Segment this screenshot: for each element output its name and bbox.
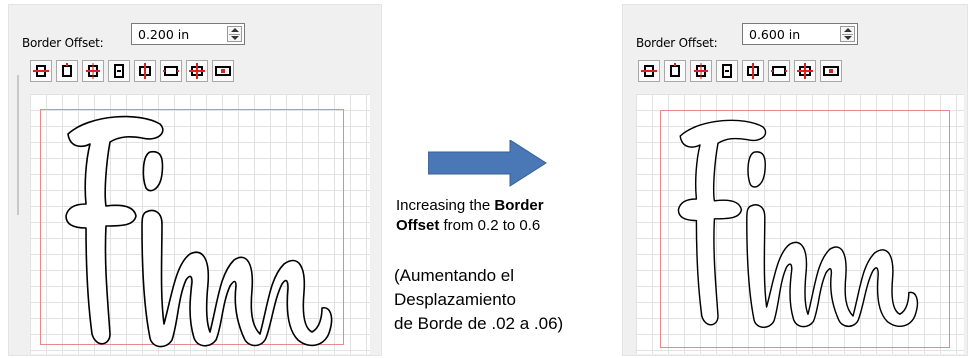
align-bottom-icon (771, 66, 787, 76)
align-left-button[interactable] (30, 60, 52, 82)
align-left-icon (33, 65, 49, 77)
spin-up-icon[interactable] (844, 28, 852, 32)
align-left-button[interactable] (638, 60, 660, 82)
border-offset-value: 0.600 in (749, 27, 801, 42)
align-center-horizontal-icon (670, 63, 680, 77)
border-offset-input[interactable]: 0.600 in (742, 23, 858, 45)
align-top-icon (114, 64, 124, 78)
spin-up-icon[interactable] (231, 28, 239, 32)
center-both-icon (797, 63, 813, 79)
finn-design[interactable] (636, 94, 964, 354)
align-bottom-icon (163, 66, 179, 76)
distribute-button[interactable] (820, 60, 842, 82)
align-middle-vertical-button[interactable] (742, 60, 764, 82)
alignment-toolbar (30, 60, 234, 84)
spanish-caption: (Aumentando el Desplazamiento de Borde d… (394, 264, 563, 336)
alignment-toolbar (638, 60, 842, 84)
spin-down-icon[interactable] (231, 36, 239, 40)
right-arrow-icon (428, 140, 547, 187)
i-dot-outline (747, 151, 766, 188)
border-offset-value: 0.200 in (138, 27, 190, 42)
design-canvas[interactable] (30, 94, 370, 354)
center-both-button[interactable] (794, 60, 816, 82)
distribute-icon (215, 66, 231, 76)
align-center-horizontal-icon (62, 63, 72, 77)
letters-inn-outline (141, 209, 333, 348)
align-bottom-button[interactable] (768, 60, 790, 82)
align-middle-vertical-icon (747, 63, 759, 79)
distribute-button[interactable] (212, 60, 234, 82)
center-both-icon (189, 63, 205, 79)
caption-line-1: Increasing the Border (396, 197, 544, 214)
letters-inn-outline (746, 204, 919, 328)
center-both-button[interactable] (186, 60, 208, 82)
border-offset-input[interactable]: 0.200 in (131, 23, 245, 45)
caption-line-2: Offset from 0.2 to 0.6 (396, 217, 541, 234)
align-center-horizontal-button[interactable] (56, 60, 78, 82)
spanish-line-1: (Aumentando el (394, 266, 515, 285)
align-bottom-button[interactable] (160, 60, 182, 82)
align-center-horizontal-button[interactable] (664, 60, 686, 82)
align-top-icon (722, 64, 732, 78)
border-offset-label: Border Offset: (636, 36, 718, 50)
spinner-arrows-icon[interactable] (840, 26, 855, 42)
align-right-button[interactable] (82, 60, 104, 82)
finn-design[interactable] (30, 94, 370, 354)
spanish-line-2: Desplazamiento (394, 290, 516, 309)
align-middle-vertical-icon (139, 63, 151, 79)
align-right-icon (694, 63, 708, 79)
border-offset-label: Border Offset: (22, 36, 104, 50)
panel-scroll-edge (17, 75, 19, 215)
align-left-icon (641, 65, 657, 77)
spinner-arrows-icon[interactable] (227, 26, 242, 42)
distribute-icon (823, 66, 839, 76)
align-middle-vertical-button[interactable] (134, 60, 156, 82)
align-top-button[interactable] (716, 60, 738, 82)
align-top-button[interactable] (108, 60, 130, 82)
i-dot-outline (142, 150, 164, 192)
align-right-icon (86, 63, 100, 79)
design-canvas[interactable] (636, 94, 964, 354)
spin-down-icon[interactable] (844, 36, 852, 40)
align-right-button[interactable] (690, 60, 712, 82)
spanish-line-3: de Borde de .02 a .06) (394, 314, 564, 333)
